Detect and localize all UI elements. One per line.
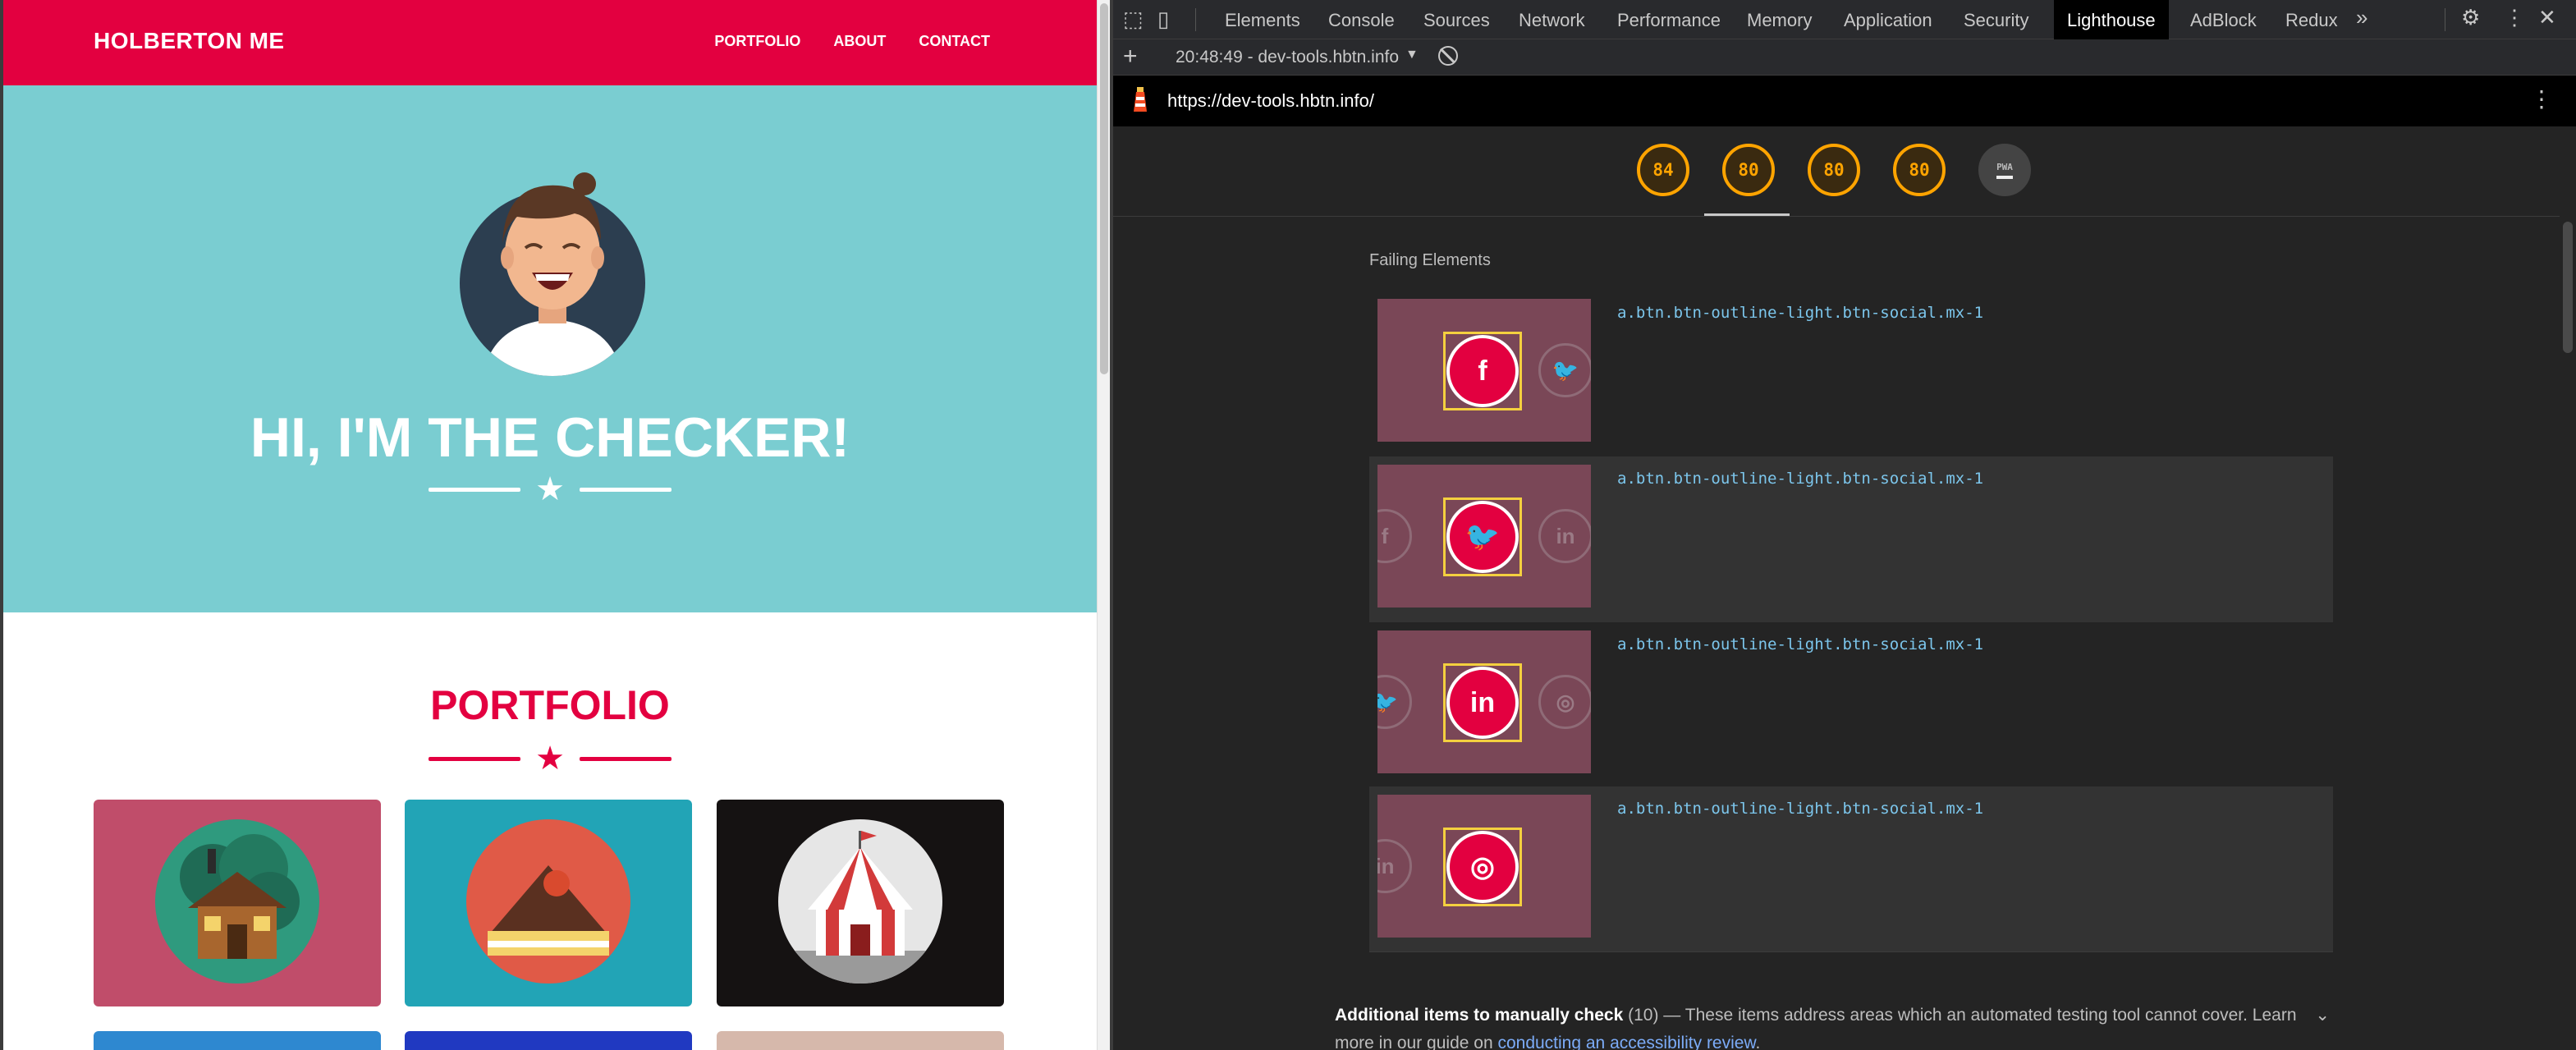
pwa-label: PWA — [1996, 161, 2013, 172]
failing-elements-heading: Failing Elements — [1369, 251, 1491, 269]
dribbble-icon: ◎ — [1446, 831, 1519, 903]
twitter-icon: 🐦 — [1377, 675, 1412, 729]
circus-tent-icon — [778, 819, 942, 984]
nav-link-contact[interactable]: CONTACT — [919, 33, 990, 50]
tab-redux[interactable]: Redux — [2285, 10, 2338, 31]
tab-adblock[interactable]: AdBlock — [2190, 10, 2257, 31]
portfolio-card-cake[interactable] — [405, 800, 692, 1006]
report-scrollbar[interactable] — [2560, 126, 2576, 1050]
failing-element-row: 🐦 ◎ in a.btn.btn-outline-light.btn-socia… — [1369, 622, 2333, 788]
portfolio-heading: PORTFOLIO — [430, 682, 670, 728]
failing-element-row: f in 🐦 a.btn.btn-outline-light.btn-socia… — [1369, 456, 2333, 622]
portfolio-card-cabin[interactable] — [94, 800, 381, 1006]
dropdown-caret-icon[interactable]: ▼ — [1405, 48, 1419, 62]
failing-element-row: in ◎ a.btn.btn-outline-light.btn-social.… — [1369, 786, 2333, 952]
facebook-icon: f — [1377, 509, 1412, 563]
scrollbar-thumb[interactable] — [1100, 3, 1108, 374]
settings-gear-icon[interactable]: ⚙ — [2461, 5, 2480, 30]
devtools-tabbar: ⬚ ▯ Elements Console Sources Network Per… — [1113, 0, 2576, 39]
twitter-icon: 🐦 — [1538, 343, 1591, 397]
portfolio-card-partial[interactable] — [717, 1031, 1004, 1050]
linkedin-icon: in — [1538, 509, 1591, 563]
gauge-seo[interactable]: 80 — [1893, 144, 1946, 196]
tab-application[interactable]: Application — [1844, 10, 1932, 31]
divider-line — [579, 756, 672, 761]
linkedin-icon: in — [1377, 839, 1412, 893]
nav-link-about[interactable]: ABOUT — [833, 33, 886, 50]
more-tabs-icon[interactable]: » — [2356, 5, 2367, 30]
gauge-accessibility[interactable]: 80 — [1722, 144, 1775, 196]
tab-lighthouse[interactable]: Lighthouse — [2054, 0, 2169, 39]
star-icon: ★ — [535, 741, 565, 777]
element-screenshot: 🐦 ◎ in — [1377, 630, 1591, 773]
report-select[interactable]: 20:48:49 - dev-tools.hbtn.info — [1176, 48, 1399, 67]
portfolio-divider: ★ — [3, 742, 1097, 775]
tab-security[interactable]: Security — [1964, 10, 2028, 31]
tab-sources[interactable]: Sources — [1423, 10, 1490, 31]
manual-check-count: (10) — [1628, 1006, 1659, 1025]
close-icon[interactable]: ✕ — [2538, 5, 2556, 30]
portfolio-card-partial[interactable] — [405, 1031, 692, 1050]
tab-console[interactable]: Console — [1328, 10, 1395, 31]
manual-check-heading: Additional items to manually check — [1335, 1006, 1624, 1025]
portfolio-card-partial[interactable] — [94, 1031, 381, 1050]
cabin-icon — [155, 819, 319, 984]
hero-section: HI, I'M THE CHECKER! ★ — [3, 85, 1097, 612]
lighthouse-logo-icon — [1134, 87, 1147, 112]
more-options-icon[interactable]: ⋮ — [2504, 5, 2525, 30]
dribbble-icon: ◎ — [1538, 675, 1591, 729]
inspect-element-icon[interactable]: ⬚ — [1123, 7, 1144, 32]
failing-element-row: 🐦 f a.btn.btn-outline-light.btn-social.m… — [1369, 291, 2333, 456]
gauge-best-practices[interactable]: 80 — [1808, 144, 1860, 196]
report-content: Failing Elements 🐦 f a.btn.btn-outline-l… — [1113, 217, 2576, 1050]
site-brand[interactable]: HOLBERTON ME — [94, 28, 285, 54]
portfolio-card-circus[interactable] — [717, 800, 1004, 1006]
chevron-down-icon[interactable]: ⌄ — [2315, 1002, 2330, 1029]
new-report-plus-icon[interactable]: + — [1123, 43, 1138, 71]
element-screenshot: 🐦 f — [1377, 299, 1591, 442]
section-divider — [1369, 951, 2333, 952]
gauge-pwa[interactable]: PWA — [1978, 144, 2031, 196]
score-gauges: 84 80 80 80 PWA — [1113, 126, 2576, 217]
avatar — [460, 172, 645, 376]
element-screenshot: f in 🐦 — [1377, 465, 1591, 608]
report-url[interactable]: https://dev-tools.hbtn.info/ — [1167, 90, 1374, 112]
hero-divider: ★ — [3, 473, 1097, 506]
divider-line — [429, 756, 521, 761]
site-nav-links: PORTFOLIO ABOUT CONTACT — [714, 33, 990, 50]
linkedin-icon: in — [1446, 667, 1519, 739]
tab-network[interactable]: Network — [1519, 10, 1585, 31]
tab-separator — [1195, 8, 1196, 31]
report-url-bar: https://dev-tools.hbtn.info/ ⋮ — [1113, 76, 2576, 126]
devtools-panel: ⬚ ▯ Elements Console Sources Network Per… — [1113, 0, 2576, 1050]
tab-memory[interactable]: Memory — [1747, 10, 1812, 31]
element-selector[interactable]: a.btn.btn-outline-light.btn-social.mx-1 — [1617, 635, 1983, 653]
lighthouse-toolbar: + 20:48:49 - dev-tools.hbtn.info ▼ — [1113, 39, 2576, 76]
clear-reports-icon[interactable] — [1438, 46, 1458, 66]
star-icon: ★ — [535, 471, 565, 507]
scrollbar-thumb[interactable] — [2563, 222, 2573, 353]
site-navbar: HOLBERTON ME PORTFOLIO ABOUT CONTACT — [3, 0, 1097, 85]
facebook-icon: f — [1446, 335, 1519, 407]
element-selector[interactable]: a.btn.btn-outline-light.btn-social.mx-1 — [1617, 800, 1983, 818]
element-selector[interactable]: a.btn.btn-outline-light.btn-social.mx-1 — [1617, 304, 1983, 322]
website-viewport: HOLBERTON ME PORTFOLIO ABOUT CONTACT HI,… — [0, 0, 1110, 1050]
report-menu-icon[interactable]: ⋮ — [2530, 85, 2553, 112]
tab-elements[interactable]: Elements — [1225, 10, 1300, 31]
manual-check-section[interactable]: Additional items to manually check (10) … — [1335, 1002, 2330, 1050]
twitter-icon: 🐦 — [1446, 501, 1519, 573]
element-selector[interactable]: a.btn.btn-outline-light.btn-social.mx-1 — [1617, 470, 1983, 488]
accessibility-review-link[interactable]: conducting an accessibility review — [1497, 1034, 1755, 1050]
device-toolbar-icon[interactable]: ▯ — [1157, 7, 1169, 32]
page-scrollbar[interactable] — [1097, 0, 1110, 1050]
hero-title: HI, I'M THE CHECKER! — [250, 406, 850, 469]
active-gauge-underline — [1704, 213, 1790, 216]
cake-icon — [466, 819, 630, 984]
gauge-performance[interactable]: 84 — [1637, 144, 1689, 196]
nav-link-portfolio[interactable]: PORTFOLIO — [714, 33, 800, 50]
element-screenshot: in ◎ — [1377, 795, 1591, 938]
divider-line — [579, 487, 672, 492]
divider-line — [429, 487, 521, 492]
tab-performance[interactable]: Performance — [1617, 10, 1721, 31]
